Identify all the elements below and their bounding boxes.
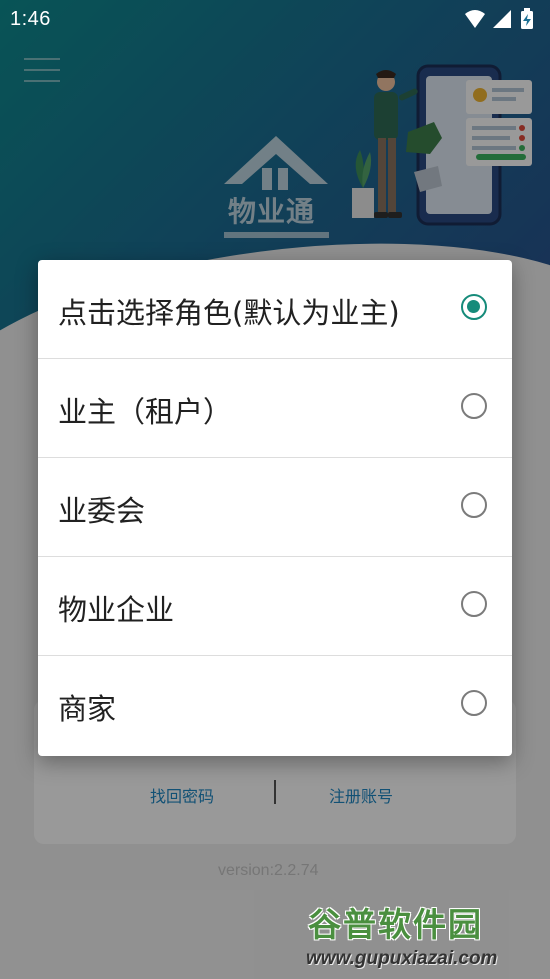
- role-select-dialog: 点击选择角色(默认为业主) 业主（租户） 业委会 物业企业 商家: [38, 260, 512, 756]
- cellular-signal-icon: [493, 10, 511, 28]
- status-icons: [463, 8, 538, 30]
- radio-unchecked-icon[interactable]: [461, 393, 487, 419]
- role-option-label: 点击选择角色(默认为业主): [58, 296, 400, 330]
- role-option-label: 物业企业: [58, 593, 175, 627]
- status-bar: 1:46: [0, 0, 550, 38]
- watermark-title: 谷普软件园: [308, 905, 483, 944]
- role-option-label: 商家: [58, 692, 117, 726]
- watermark-url: www.gupuxiazai.com: [306, 948, 498, 969]
- role-option-committee[interactable]: 业委会: [38, 458, 512, 557]
- role-option-default[interactable]: 点击选择角色(默认为业主): [38, 260, 512, 359]
- role-option-owner[interactable]: 业主（租户）: [38, 359, 512, 458]
- radio-dot: [467, 300, 480, 313]
- radio-unchecked-icon[interactable]: [461, 690, 487, 716]
- role-option-label: 业委会: [58, 494, 146, 528]
- wifi-icon: [465, 10, 485, 28]
- role-option-merchant[interactable]: 商家: [38, 656, 512, 754]
- status-time: 1:46: [10, 8, 51, 30]
- role-option-property-company[interactable]: 物业企业: [38, 557, 512, 656]
- battery-charging-icon: [521, 8, 533, 29]
- radio-unchecked-icon[interactable]: [461, 591, 487, 617]
- radio-checked-icon[interactable]: [461, 294, 487, 320]
- role-option-label: 业主（租户）: [58, 395, 233, 429]
- radio-unchecked-icon[interactable]: [461, 492, 487, 518]
- watermark: 谷普软件园 www.gupuxiazai.com: [302, 892, 546, 976]
